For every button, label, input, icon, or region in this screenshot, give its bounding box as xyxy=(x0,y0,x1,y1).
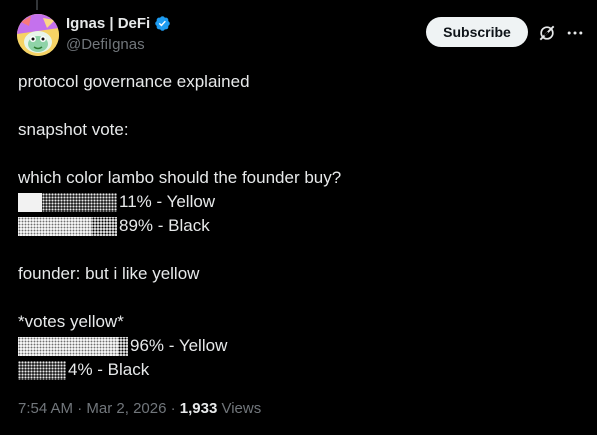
tweet-metadata: 7:54 AM · Mar 2, 2026 · 1,933 Views xyxy=(18,400,261,417)
meta-separator: · xyxy=(166,400,180,417)
tweet-line-snapshot: snapshot vote: xyxy=(18,120,129,139)
tweet-line-votes: *votes yellow* xyxy=(18,312,124,331)
poll1-row-black: 89% - Black xyxy=(18,214,578,238)
poll2-row-black: 4% - Black xyxy=(18,358,578,382)
tweet-line-founder: founder: but i like yellow xyxy=(18,264,200,283)
tweet-text: protocol governance explained snapshot v… xyxy=(18,70,578,382)
author-handle[interactable]: @DefiIgnas xyxy=(66,36,145,53)
avatar[interactable] xyxy=(17,14,59,56)
thread-connector-line xyxy=(36,0,38,10)
poll2-label-yellow: 96% - Yellow xyxy=(130,336,228,355)
author-display-name[interactable]: Ignas | DeFi xyxy=(66,15,150,32)
avatar-image xyxy=(17,14,59,56)
tweet-line-question: which color lambo should the founder buy… xyxy=(18,168,342,187)
views-label: Views xyxy=(217,400,262,417)
poll1-label-black: 89% - Black xyxy=(119,216,210,235)
poll1-label-yellow: 11% - Yellow xyxy=(119,192,216,211)
subscribe-button[interactable]: Subscribe xyxy=(426,17,528,47)
tweet-time[interactable]: 7:54 AM xyxy=(18,400,73,417)
poll2-bar-yellow xyxy=(18,336,128,356)
author-name-row: Ignas | DeFi xyxy=(66,15,171,32)
poll1-row-yellow: 11% - Yellow xyxy=(18,190,578,214)
poll1-bar-yellow xyxy=(18,192,117,212)
grok-icon[interactable] xyxy=(537,23,557,43)
verified-badge-icon[interactable] xyxy=(154,15,171,32)
tweet-line-title: protocol governance explained xyxy=(18,72,250,91)
views-count: 1,933 xyxy=(179,400,218,417)
poll1-bar-black xyxy=(18,216,117,236)
poll2-label-black: 4% - Black xyxy=(68,360,150,379)
poll2-row-yellow: 96% - Yellow xyxy=(18,334,578,358)
more-options-icon[interactable] xyxy=(565,23,585,43)
tweet-date[interactable]: Mar 2, 2026 xyxy=(86,400,166,417)
poll2-bar-black xyxy=(18,360,66,380)
meta-separator: · xyxy=(73,400,87,417)
